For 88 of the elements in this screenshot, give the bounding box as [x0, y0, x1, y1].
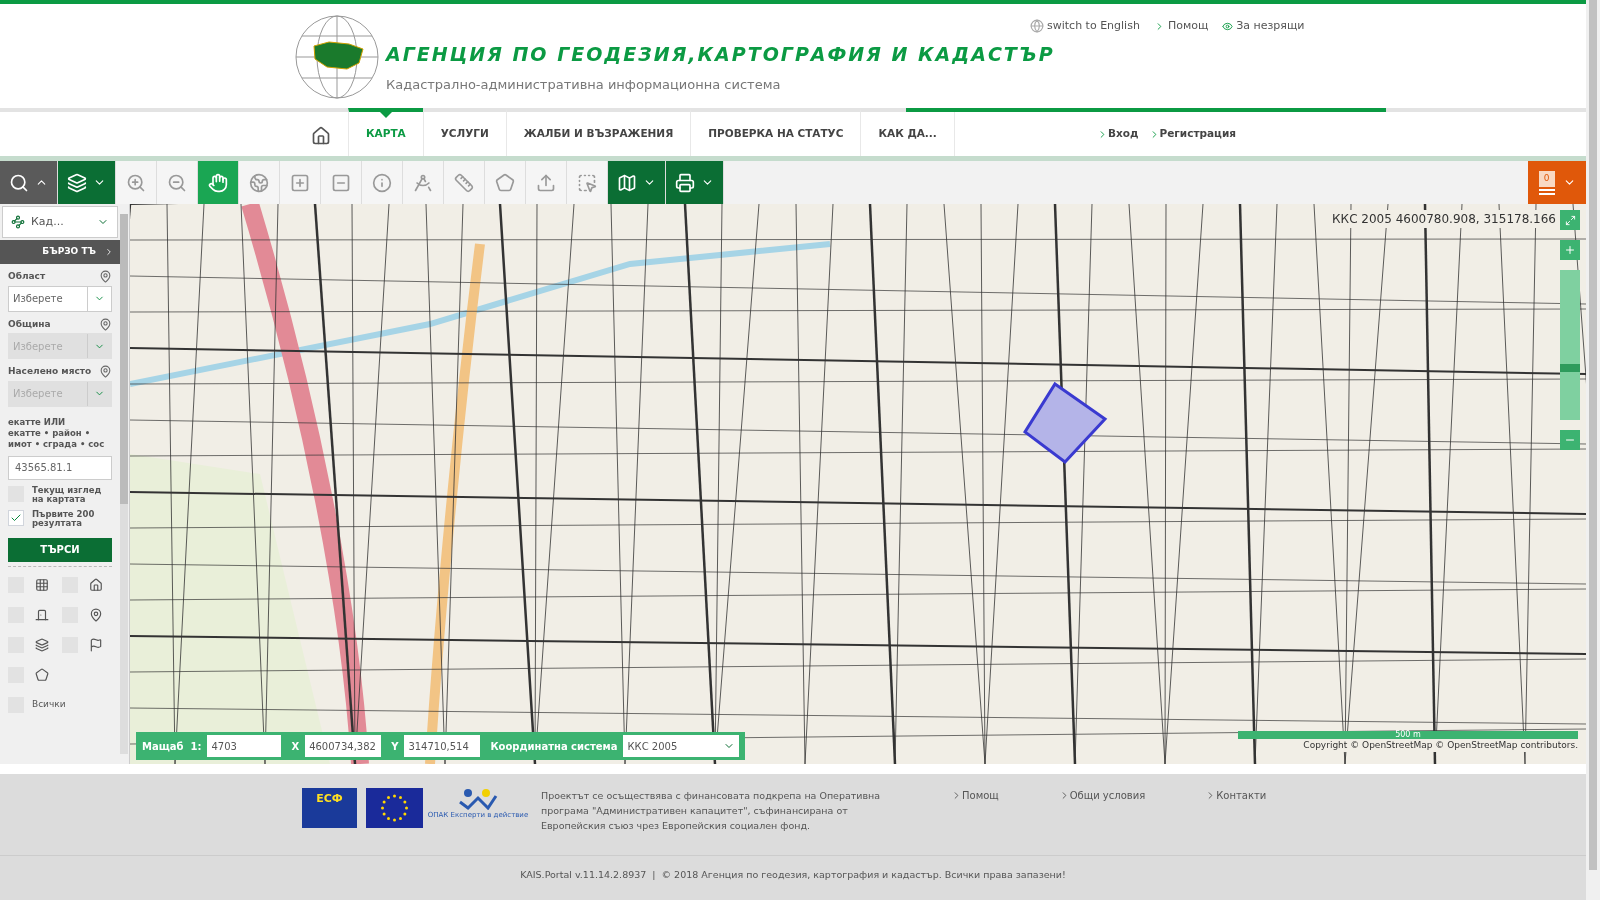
toolbar-button[interactable]	[198, 161, 239, 204]
globe-logo-icon	[294, 14, 380, 100]
toolbar-button[interactable]	[0, 161, 58, 204]
rectangle-minus-icon	[331, 172, 351, 193]
upload-icon	[536, 172, 556, 193]
rectangle-plus-icon	[290, 172, 310, 193]
top-link[interactable]: Помощ	[1153, 18, 1209, 35]
scrollbar[interactable]	[120, 214, 128, 754]
eye-icon	[1222, 20, 1234, 32]
footer-copyright: KAIS.Portal v.11.14.2.8937 | © 2018 Агенция по геодезия, картография и кадастър. Всички права запазени!	[520, 868, 1066, 882]
checkbox-label: Първите 200 резултата	[32, 509, 96, 528]
x-input[interactable]: 4600734,382	[305, 735, 382, 757]
crs-label: Координатна система	[490, 739, 618, 754]
house-icon	[89, 577, 103, 592]
route-icon	[11, 215, 25, 229]
crs-select[interactable]: ККС 2005	[623, 735, 740, 757]
layers-icon	[67, 172, 87, 193]
field-label: Област	[8, 270, 46, 283]
scale-input[interactable]: 4703	[207, 735, 282, 757]
y-input[interactable]: 314710,514	[404, 735, 481, 757]
house-icon	[310, 126, 331, 146]
zoom-out-icon	[167, 172, 187, 193]
scale-bar: 500 m	[1238, 730, 1578, 739]
y-label: Y	[391, 739, 399, 754]
toolbar-button[interactable]	[58, 161, 116, 204]
footer-text: Проектът се осъществява с финансовата подкрепа на Оперативна програма "Административен капацитет", съфинансирана от Европейския съюз чрез Европейския социален фонд.	[541, 789, 882, 833]
grid-icon	[35, 577, 49, 592]
all-label: Всички	[32, 697, 66, 711]
zoom-out-button[interactable]	[1560, 430, 1580, 450]
search-input[interactable]: 43565.81.1	[8, 455, 112, 480]
search-button[interactable]: ТЪРСИ	[8, 537, 112, 562]
cadastral-map-drawing[interactable]	[130, 204, 1586, 764]
map-icon	[617, 172, 637, 193]
plus-icon	[1564, 244, 1576, 256]
checkbox[interactable]	[8, 509, 24, 526]
pin-icon	[99, 317, 112, 331]
pin-icon	[89, 607, 103, 622]
scale-label: Мащаб 1:	[142, 739, 202, 754]
ruler-icon	[454, 172, 474, 193]
people-logo-icon	[458, 788, 498, 810]
system-subtitle: Кадастрално-административна информационна система	[386, 75, 782, 94]
zoom-slider-thumb[interactable]	[1560, 363, 1580, 372]
auth-link[interactable]: Регистрация	[1148, 126, 1236, 142]
layers-icon	[35, 637, 49, 652]
field-label: Община	[8, 317, 51, 331]
printer-icon	[675, 172, 695, 193]
layer-select[interactable]: Кад...	[2, 206, 118, 238]
scrollbar[interactable]	[1586, 0, 1600, 900]
chevron-icon	[104, 247, 114, 257]
door-icon	[35, 607, 49, 622]
top-link[interactable]: За незрящи	[1222, 18, 1305, 35]
toolbar-button[interactable]	[608, 161, 666, 204]
info-icon	[372, 172, 392, 193]
polygon-icon	[495, 172, 515, 193]
agency-title: АГЕНЦИЯ ПО ГЕОДЕЗИЯ,КАРТОГРАФИЯ И КАДАСТЪР	[386, 42, 1055, 67]
quick-search-header[interactable]: БЪРЗО ТЪ	[0, 240, 120, 264]
search-hint: имот • сграда • сос	[8, 438, 106, 450]
search-hint: екатте • район •	[8, 427, 92, 439]
pin-icon	[99, 270, 112, 284]
toolbar-button[interactable]	[666, 161, 724, 204]
search-hint: екатте ИЛИ	[8, 416, 67, 428]
field-label: Населено място	[8, 365, 92, 378]
footer-link[interactable]: Общи условия	[1058, 788, 1146, 803]
globe-icon	[1030, 19, 1044, 34]
footer-link[interactable]: Помощ	[951, 788, 999, 803]
x-label: X	[291, 739, 300, 754]
pin-icon	[99, 365, 112, 379]
expand-icon	[1564, 214, 1576, 226]
flag-icon	[89, 637, 103, 652]
cart-count: 0	[1538, 170, 1555, 187]
hand-icon	[208, 172, 228, 193]
coordinates-readout: ККС 2005 4600780.908, 315178.166	[1330, 210, 1558, 228]
esf-logo: ЕСФ	[302, 788, 357, 828]
top-link[interactable]: switch to English	[1030, 18, 1140, 35]
selection-icon	[577, 172, 597, 193]
dropdown-field[interactable]: Изберете	[8, 285, 112, 312]
checkbox-label: Текущ изглед на картата	[32, 485, 103, 504]
polygon-icon	[35, 667, 49, 682]
auth-link[interactable]: Вход	[1097, 126, 1139, 142]
search-icon	[9, 172, 29, 193]
zoom-slider-track[interactable]	[1560, 270, 1580, 420]
zoom-in-icon	[126, 172, 146, 193]
zoom-in-button[interactable]	[1560, 240, 1580, 260]
fullscreen-button[interactable]	[1560, 210, 1580, 230]
footer-link[interactable]: Контакти	[1205, 788, 1267, 803]
eu-flag-icon	[366, 788, 423, 828]
globe-icon	[249, 172, 269, 193]
compass-icon	[413, 172, 433, 193]
